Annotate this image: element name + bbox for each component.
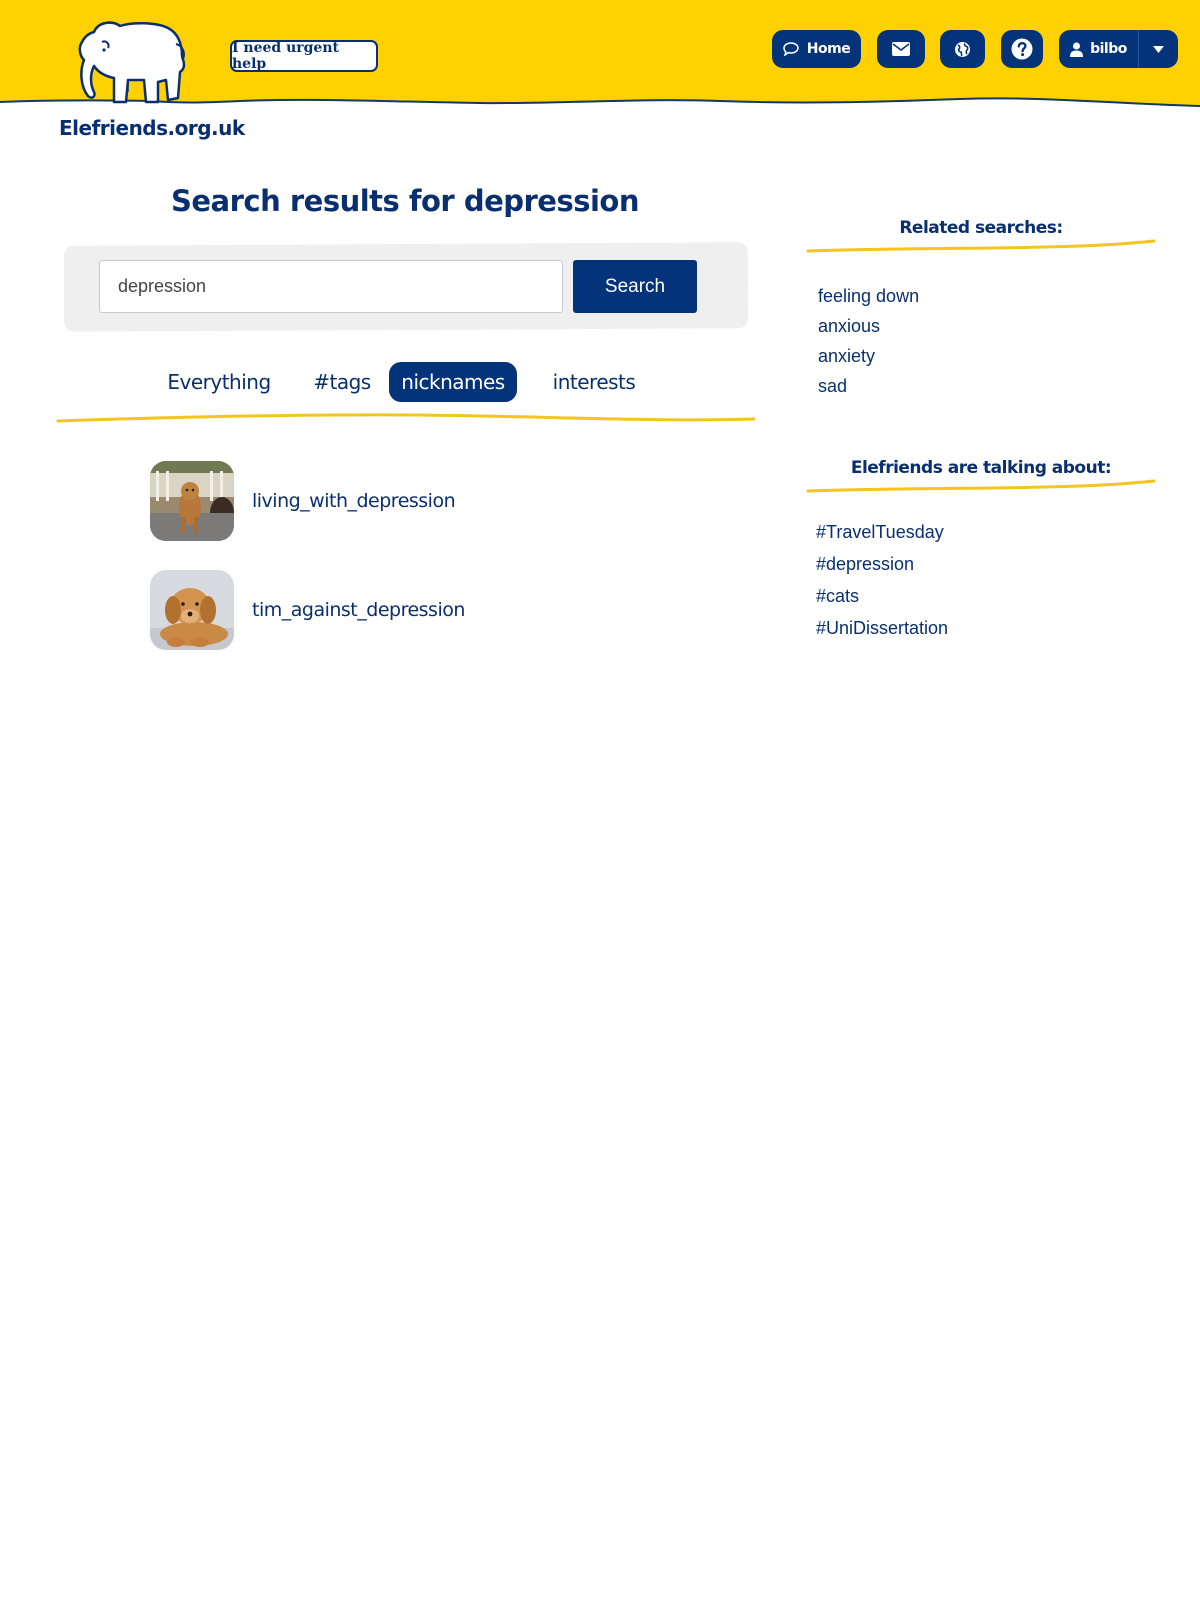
trending-tag-link[interactable]: #cats — [816, 580, 948, 612]
community-button[interactable] — [940, 30, 985, 68]
globe-icon — [955, 41, 970, 57]
search-input[interactable] — [99, 260, 563, 313]
username-label: bilbo — [1090, 41, 1127, 57]
related-searches-heading: Related searches: — [899, 218, 1063, 238]
result-nickname[interactable]: living_with_depression — [252, 490, 456, 512]
elephant-logo-icon[interactable] — [72, 18, 190, 110]
related-search-link[interactable]: sad — [818, 371, 919, 401]
dog-photo-avatar — [150, 461, 234, 541]
trending-tags-list: #TravelTuesday #depression #cats #UniDis… — [816, 516, 948, 644]
trending-heading: Elefriends are talking about: — [850, 458, 1112, 478]
tab-interests[interactable]: interests — [544, 362, 644, 402]
user-menu[interactable]: bilbo — [1059, 30, 1178, 68]
home-label: Home — [806, 41, 851, 57]
tab-nicknames[interactable]: nicknames — [389, 362, 517, 402]
trending-tag-link[interactable]: #depression — [816, 548, 948, 580]
tab-everything[interactable]: Everything — [160, 362, 278, 402]
search-button[interactable]: Search — [573, 260, 697, 313]
tab-tags[interactable]: #tags — [304, 362, 380, 402]
related-search-link[interactable]: anxious — [818, 311, 919, 341]
related-search-link[interactable]: anxiety — [818, 341, 919, 371]
question-circle-icon — [1011, 38, 1033, 60]
user-icon — [1070, 42, 1084, 57]
avatar[interactable] — [150, 570, 234, 650]
trending-tag-link[interactable]: #TravelTuesday — [816, 516, 948, 548]
profile-button[interactable]: bilbo — [1059, 30, 1139, 68]
caret-down-icon — [1153, 45, 1164, 53]
result-item[interactable]: tim_against_depression — [150, 568, 465, 652]
site-name-link[interactable]: Elefriends.org.uk — [59, 116, 245, 140]
speech-bubble-icon — [783, 42, 799, 56]
home-button[interactable]: Home — [772, 30, 861, 68]
related-heading-underline — [806, 239, 1156, 253]
trending-tag-link[interactable]: #UniDissertation — [816, 612, 948, 644]
help-button[interactable] — [1001, 30, 1043, 68]
envelope-icon — [892, 42, 910, 56]
related-search-link[interactable]: feeling down — [818, 281, 919, 311]
result-nickname[interactable]: tim_against_depression — [252, 599, 465, 621]
related-searches-list: feeling down anxious anxiety sad — [818, 281, 919, 401]
result-item[interactable]: living_with_depression — [150, 459, 456, 543]
trending-heading-underline — [806, 479, 1156, 493]
puppy-photo-avatar — [150, 570, 234, 650]
tabs-underline — [56, 413, 756, 423]
avatar[interactable] — [150, 461, 234, 541]
site-header: I need urgent help Home bilbo — [0, 0, 1200, 112]
user-dropdown-toggle[interactable] — [1139, 30, 1178, 68]
urgent-help-button[interactable]: I need urgent help — [230, 40, 378, 72]
messages-button[interactable] — [877, 30, 925, 68]
page-title: Search results for depression — [170, 184, 640, 218]
